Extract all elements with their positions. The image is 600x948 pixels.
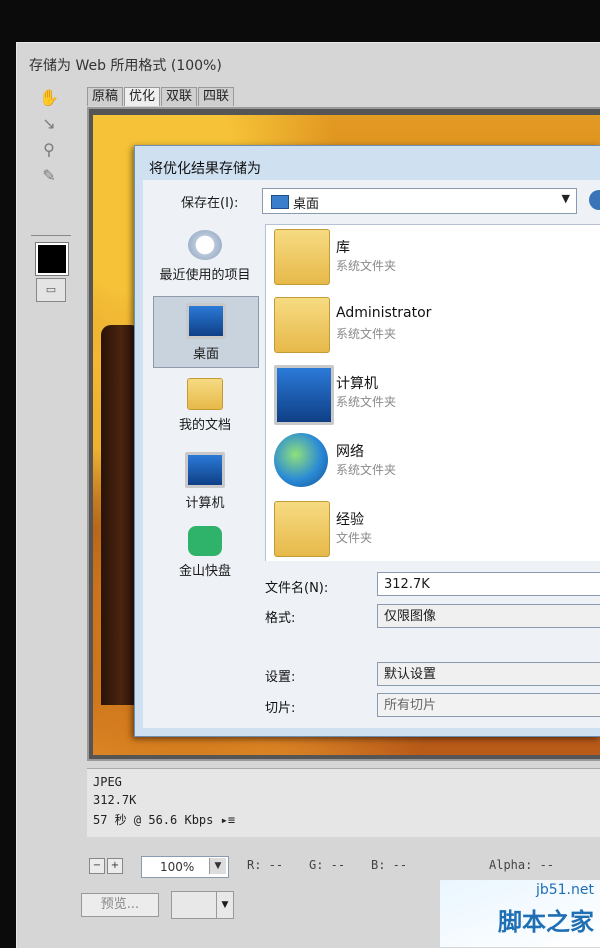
list-item[interactable]: 计算机 系统文件夹 — [270, 363, 600, 425]
place-kuaipan[interactable]: 金山快盘 — [153, 520, 257, 590]
dialog-title: 将优化结果存储为 — [149, 161, 261, 177]
tab-original[interactable]: 原稿 — [87, 87, 124, 106]
tab-4-up[interactable]: 四联 — [198, 87, 235, 106]
zoom-out-button[interactable]: − — [89, 858, 105, 874]
filename-input[interactable]: 312.7K — [377, 572, 600, 596]
slices-label: 切片: — [265, 701, 296, 716]
library-folder-icon — [274, 229, 330, 285]
chevron-down-icon: ▼ — [561, 192, 570, 205]
alpha-readout: Alpha: -- — [489, 858, 555, 872]
chevron-down-icon: ▼ — [209, 858, 226, 874]
info-format: JPEG — [93, 775, 122, 789]
list-item[interactable]: 库 系统文件夹 — [270, 227, 600, 289]
places-bar: 最近使用的项目 桌面 我的文档 计算机 金山快盘 — [143, 224, 263, 604]
window-title: 存储为 Web 所用格式 (100%) — [29, 58, 222, 74]
list-item[interactable]: 网络 系统文件夹 — [270, 431, 600, 493]
place-documents[interactable]: 我的文档 — [153, 372, 257, 442]
save-in-value: 桌面 — [293, 197, 320, 212]
watermark: jb51.net 脚本之家 — [440, 880, 600, 947]
desktop-icon — [186, 303, 226, 339]
red-readout: R: -- — [247, 858, 284, 872]
place-desktop[interactable]: 桌面 — [153, 296, 259, 368]
watermark-text: 脚本之家 — [498, 908, 594, 936]
optimization-info-panel: JPEG 312.7K 57 秒 @ 56.6 Kbps ▸≡ — [87, 768, 600, 837]
slices-select[interactable]: 所有切片 — [377, 693, 600, 717]
format-select[interactable]: 仅限图像 — [377, 604, 600, 628]
user-folder-icon — [274, 297, 330, 353]
save-optimized-dialog: 将优化结果存储为 保存在(I): 桌面 ▼ 最近使用的项目 桌面 我的文档 计算… — [134, 145, 600, 737]
hand-tool-icon[interactable]: ✋ — [37, 87, 61, 109]
eyedropper-tool-icon[interactable]: ✎ — [37, 165, 61, 187]
recent-items-icon — [188, 230, 222, 260]
toggle-slices-visibility-icon[interactable]: ▭ — [36, 278, 66, 302]
watermark-site: jb51.net — [535, 882, 594, 898]
list-item[interactable]: 经验 文件夹 — [270, 499, 600, 561]
filename-label: 文件名(N): — [265, 581, 329, 596]
browser-preview-icon[interactable] — [171, 891, 217, 919]
blue-readout: B: -- — [371, 858, 408, 872]
zoom-tool-icon[interactable]: ⚲ — [37, 139, 61, 161]
info-file-size: 312.7K — [93, 793, 137, 807]
zoom-level-select[interactable]: 100% ▼ — [141, 856, 229, 878]
settings-label: 设置: — [265, 670, 296, 685]
info-download-time: 57 秒 @ 56.6 Kbps ▸≡ — [93, 813, 236, 827]
folder-icon — [274, 501, 330, 557]
format-label: 格式: — [265, 611, 296, 626]
zoom-level-value: 100% — [160, 860, 195, 874]
tab-2-up[interactable]: 双联 — [161, 87, 198, 106]
place-recent[interactable]: 最近使用的项目 — [153, 224, 257, 294]
network-icon — [274, 433, 328, 487]
slice-select-tool-icon[interactable]: ↘ — [37, 113, 61, 135]
computer-icon — [185, 452, 225, 488]
menu-icon[interactable]: ▸≡ — [221, 813, 235, 827]
file-list[interactable]: 库 系统文件夹 Administrator 系统文件夹 计算机 系统文件夹 网络… — [265, 224, 600, 561]
save-in-select[interactable]: 桌面 ▼ — [262, 188, 577, 214]
place-computer[interactable]: 计算机 — [153, 446, 257, 516]
save-in-label: 保存在(I): — [181, 196, 239, 211]
tool-panel: ✋ ↘ ⚲ ✎ ▭ — [17, 83, 85, 323]
dialog-body: 保存在(I): 桌面 ▼ 最近使用的项目 桌面 我的文档 计算机 金山快盘 库 … — [143, 180, 600, 728]
settings-select[interactable]: 默认设置 — [377, 662, 600, 686]
tool-divider — [31, 235, 71, 236]
tab-optimized[interactable]: 优化 — [124, 87, 161, 106]
kuaipan-icon — [188, 526, 222, 556]
list-item[interactable]: Administrator 系统文件夹 — [270, 295, 600, 357]
zoom-in-button[interactable]: + — [107, 858, 123, 874]
documents-folder-icon — [187, 378, 223, 410]
chevron-down-icon[interactable]: ▼ — [216, 891, 234, 919]
preview-button[interactable]: 预览... — [81, 893, 159, 917]
eyedropper-color-swatch[interactable] — [35, 242, 69, 276]
status-bar: − + 100% ▼ R: -- G: -- B: -- Alpha: -- — [79, 853, 600, 879]
view-tabs: 原稿 优化 双联 四联 — [87, 87, 235, 107]
back-icon[interactable] — [589, 190, 600, 210]
desktop-icon — [271, 195, 289, 209]
computer-icon — [274, 365, 334, 425]
green-readout: G: -- — [309, 858, 346, 872]
